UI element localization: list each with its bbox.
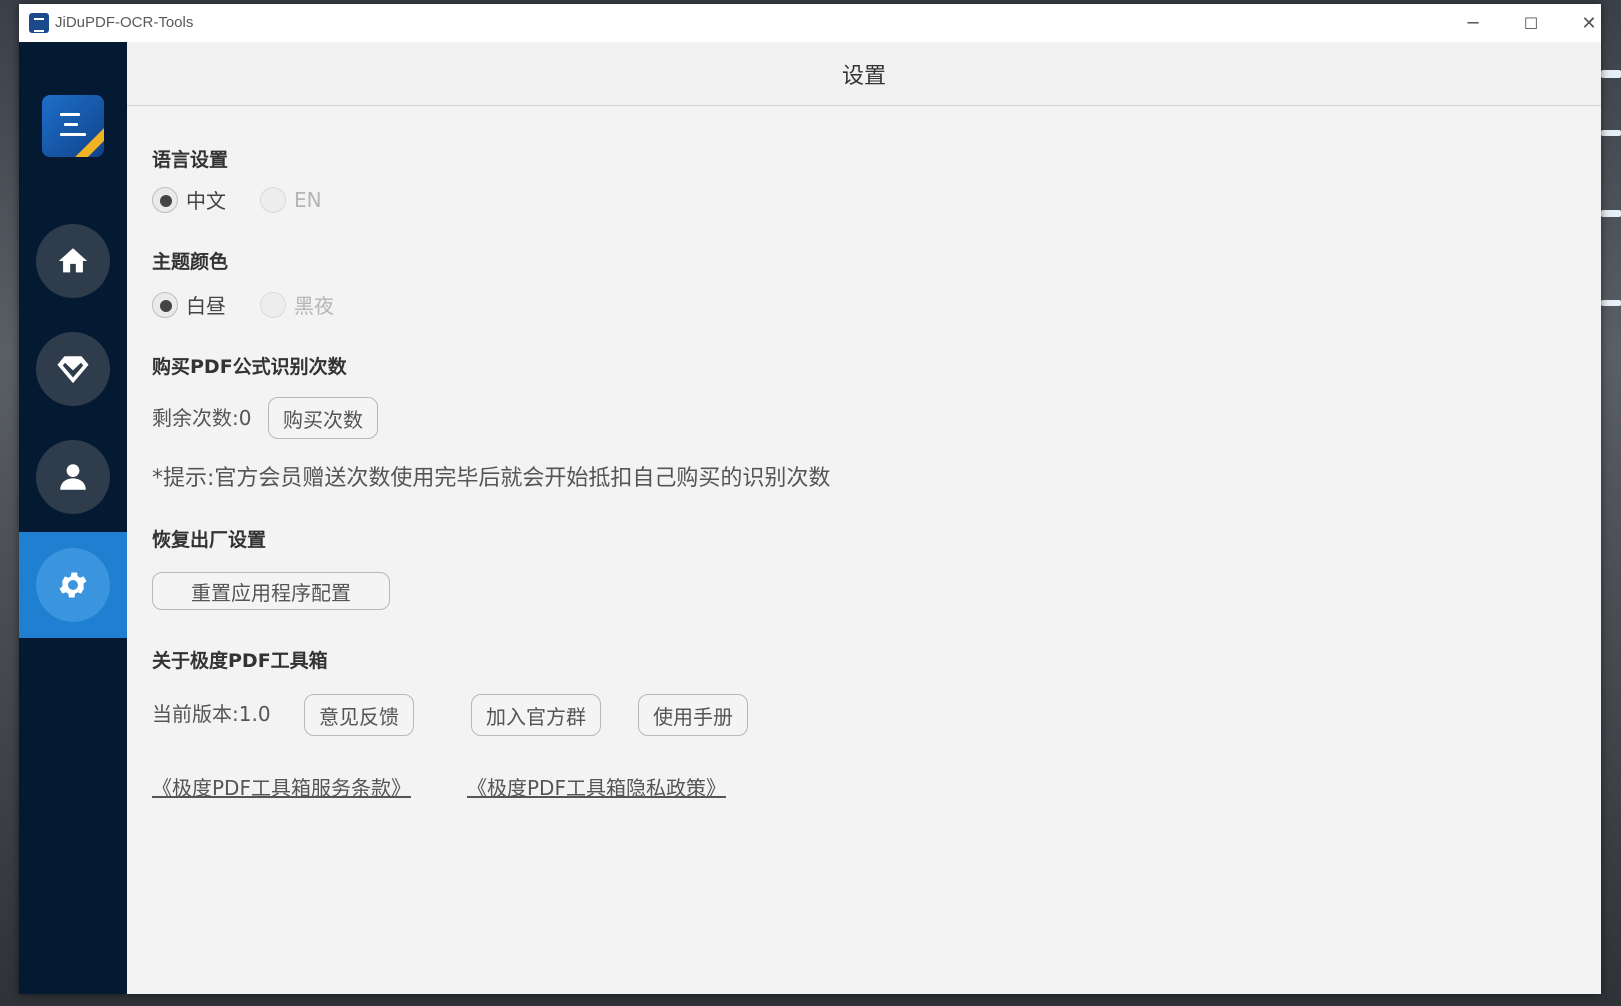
language-radio-group: 中文 EN [152, 185, 350, 214]
language-section-title: 语言设置 [152, 149, 229, 171]
about-section-title: 关于极度PDF工具箱 [152, 650, 328, 672]
close-icon: ✕ [1581, 12, 1597, 34]
window-title: JiDuPDF-OCR-Tools [55, 14, 194, 31]
radio-checked [152, 291, 178, 318]
theme-section-title: 主题颜色 [152, 251, 229, 273]
page-header: 设置 [127, 42, 1601, 106]
join-group-button[interactable]: 加入官方群 [471, 694, 601, 736]
desktop-background [1601, 130, 1621, 136]
theme-option-light[interactable]: 白昼 [152, 290, 226, 319]
version-label: 当前版本:1.0 [152, 702, 271, 726]
app-logo [42, 95, 104, 157]
sidebar [19, 42, 127, 994]
purchase-tip: *提示:官方会员赠送次数使用完毕后就会开始抵扣自己购买的识别次数 [152, 466, 831, 491]
app-window: JiDuPDF-OCR-Tools ─ ☐ ✕ 设置 语言设置 中文 EN 主题… [19, 4, 1601, 994]
radio-unchecked [260, 291, 286, 318]
manual-button[interactable]: 使用手册 [638, 694, 748, 736]
gear-icon [59, 572, 87, 598]
desktop-background [1601, 300, 1621, 306]
buy-count-button[interactable]: 购买次数 [268, 397, 378, 439]
reset-config-button[interactable]: 重置应用程序配置 [152, 572, 390, 610]
sidebar-item-home[interactable] [19, 208, 127, 314]
minimize-button[interactable]: ─ [1444, 4, 1502, 42]
feedback-button[interactable]: 意见反馈 [304, 694, 414, 736]
diamond-icon [57, 356, 89, 384]
desktop-background [1601, 70, 1621, 78]
user-icon [60, 464, 86, 490]
reset-section-title: 恢复出厂设置 [152, 529, 267, 551]
radio-unchecked [260, 186, 286, 213]
settings-panel: 设置 语言设置 中文 EN 主题颜色 白昼 黑夜 购买PDF公式识别次数 剩余次… [127, 42, 1601, 994]
theme-option-dark[interactable]: 黑夜 [260, 290, 334, 319]
radio-checked [152, 186, 178, 213]
theme-radio-group: 白昼 黑夜 [152, 290, 362, 319]
title-bar: JiDuPDF-OCR-Tools ─ ☐ ✕ [19, 4, 1601, 42]
sidebar-item-vip[interactable] [19, 316, 127, 422]
language-option-en[interactable]: EN [260, 186, 322, 213]
remaining-count: 剩余次数:0 [152, 406, 252, 430]
sidebar-item-settings[interactable] [19, 532, 127, 638]
terms-link[interactable]: 《极度PDF工具箱服务条款》 [152, 772, 411, 801]
page-title: 设置 [841, 63, 886, 89]
purchase-section-title: 购买PDF公式识别次数 [152, 356, 347, 378]
maximize-button[interactable]: ☐ [1502, 4, 1560, 42]
language-option-zh[interactable]: 中文 [152, 185, 226, 214]
close-button[interactable]: ✕ [1560, 4, 1601, 42]
sidebar-item-user[interactable] [19, 424, 127, 530]
app-icon [29, 13, 49, 33]
minimize-icon: ─ [1467, 12, 1479, 34]
privacy-link[interactable]: 《极度PDF工具箱隐私政策》 [467, 772, 726, 801]
maximize-icon: ☐ [1523, 13, 1539, 33]
desktop-background [1601, 210, 1621, 217]
home-icon [58, 248, 88, 273]
